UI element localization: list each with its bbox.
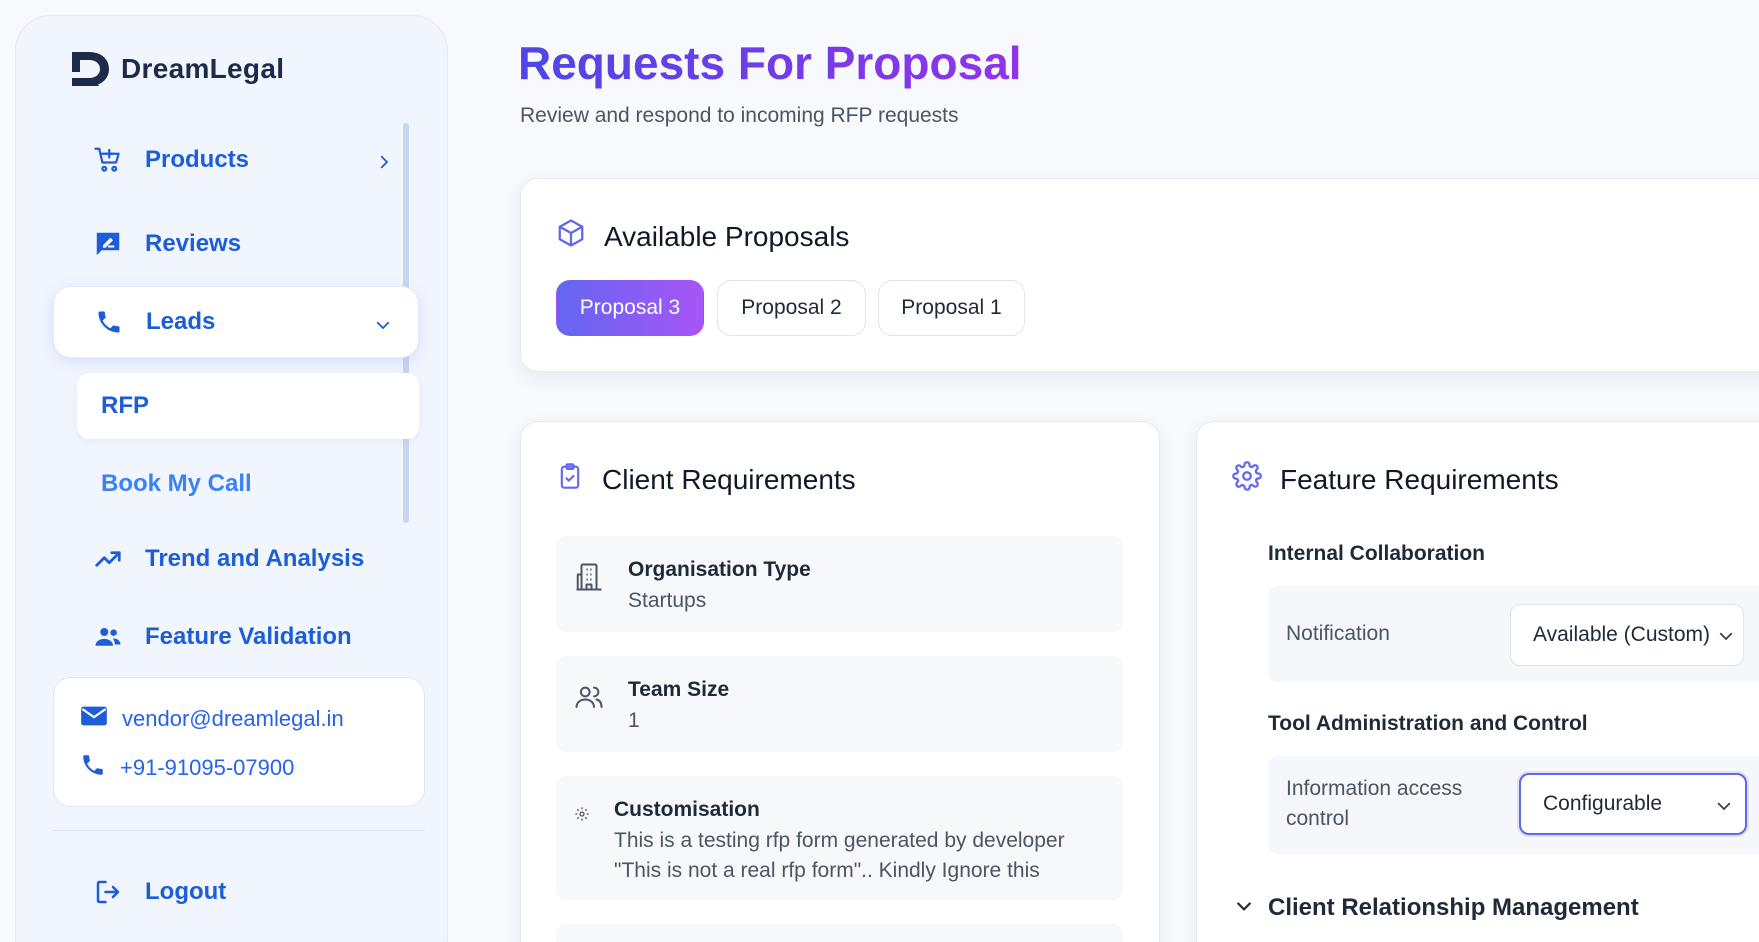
section-internal-collaboration: Internal Collaboration [1268,542,1486,565]
client-requirements-header: Client Requirements [556,461,856,498]
building-icon [574,562,604,597]
sidebar-item-reviews[interactable]: Reviews [53,208,419,280]
feature-requirements-header: Feature Requirements [1232,461,1559,498]
available-proposals-card [520,178,1759,372]
sidebar-subitem-book-my-call[interactable]: Book My Call [77,451,419,517]
sidebar-subitem-label: RFP [101,392,149,419]
trending-up-icon [93,544,123,574]
field-value: 1 [628,709,640,732]
section-client-relationship-toggle[interactable]: Client Relationship Management [1234,894,1639,922]
feature-row-notification: Notification Available (Custom) [1268,586,1759,682]
field-value: Startups [628,589,707,612]
cart-plus-icon [93,145,123,175]
feature-requirements-title: Feature Requirements [1280,463,1559,495]
field-label: Customisation [614,798,760,821]
section-client-relationship-title: Client Relationship Management [1268,894,1639,921]
select-value: Available (Custom) [1533,623,1711,646]
chevron-down-icon [1715,797,1733,821]
feature-label-line-1: Information access [1286,777,1463,800]
settings-small-icon [574,806,590,827]
sidebar-item-trend-analysis[interactable]: Trend and Analysis [53,523,419,595]
brand-logo[interactable]: DreamLegal [69,50,284,88]
contact-phone: +91-91095-07900 [120,755,295,780]
page-subtitle: Review and respond to incoming RFP reque… [520,104,959,127]
logout-label: Logout [145,878,227,905]
select-value: Configurable [1543,792,1663,815]
review-pen-icon [93,229,123,259]
gear-icon [1232,461,1262,498]
feature-row-information-access: Information access control Configurable [1268,756,1759,854]
sidebar-item-label: Trend and Analysis [145,545,365,572]
clipboard-check-icon [556,461,584,498]
chevron-right-icon [375,150,393,178]
field-value-line-2: "This is not a real rfp form".. Kindly I… [614,859,1040,882]
sidebar-subitem-label: Book My Call [101,470,252,497]
people-icon [93,622,123,652]
sidebar-item-label: Reviews [145,230,242,257]
sidebar-divider [53,830,425,831]
field-label: Organisation Type [628,558,811,581]
contact-card: vendor@dreamlegal.in +91-91095-07900 [53,677,425,807]
notification-select[interactable]: Available (Custom) [1510,604,1744,666]
mail-icon [80,704,108,734]
sidebar-item-label: Leads [146,308,216,335]
available-proposals-header: Available Proposals [556,218,849,255]
sidebar-subitem-rfp[interactable]: RFP [77,373,419,439]
tab-proposal-1[interactable]: Proposal 1 [878,280,1025,336]
sidebar-item-products[interactable]: Products [53,124,419,196]
brand-name: DreamLegal [121,53,285,84]
tab-proposal-2[interactable]: Proposal 2 [717,280,866,336]
contact-email-row[interactable]: vendor@dreamlegal.in [80,704,344,734]
cube-icon [556,218,586,255]
sidebar-item-leads[interactable]: Leads [53,286,419,358]
feature-label: Notification [1286,622,1390,645]
logout-icon [93,877,123,907]
contact-phone-row[interactable]: +91-91095-07900 [80,752,294,784]
users-icon [574,682,604,717]
client-field-next [556,924,1123,942]
contact-email: vendor@dreamlegal.in [122,706,344,731]
sidebar-item-feature-validation[interactable]: Feature Validation [53,601,419,673]
available-proposals-title: Available Proposals [604,220,850,252]
tab-proposal-3[interactable]: Proposal 3 [556,280,704,336]
client-requirements-title: Client Requirements [602,463,856,495]
chevron-down-icon [1717,627,1735,651]
logout-button[interactable]: Logout [53,856,419,928]
phone-icon [94,307,124,337]
chevron-down-icon [1234,896,1254,921]
feature-label-line-2: control [1286,807,1350,830]
sidebar-item-label: Products [145,146,250,173]
page-title: Requests For Proposal [518,37,1022,89]
client-field-customisation: Customisation This is a testing rfp form… [556,776,1123,900]
client-field-team-size: Team Size 1 [556,656,1123,752]
field-value-line-1: This is a testing rfp form generated by … [614,829,1065,852]
section-tool-administration: Tool Administration and Control [1268,712,1588,735]
information-access-select[interactable]: Configurable [1519,773,1747,835]
phone-icon [80,752,106,784]
dreamlegal-logo-icon [72,52,109,86]
client-field-organisation-type: Organisation Type Startups [556,536,1123,632]
sidebar-item-label: Feature Validation [145,623,352,650]
chevron-down-icon [374,313,392,341]
field-label: Team Size [628,678,730,701]
